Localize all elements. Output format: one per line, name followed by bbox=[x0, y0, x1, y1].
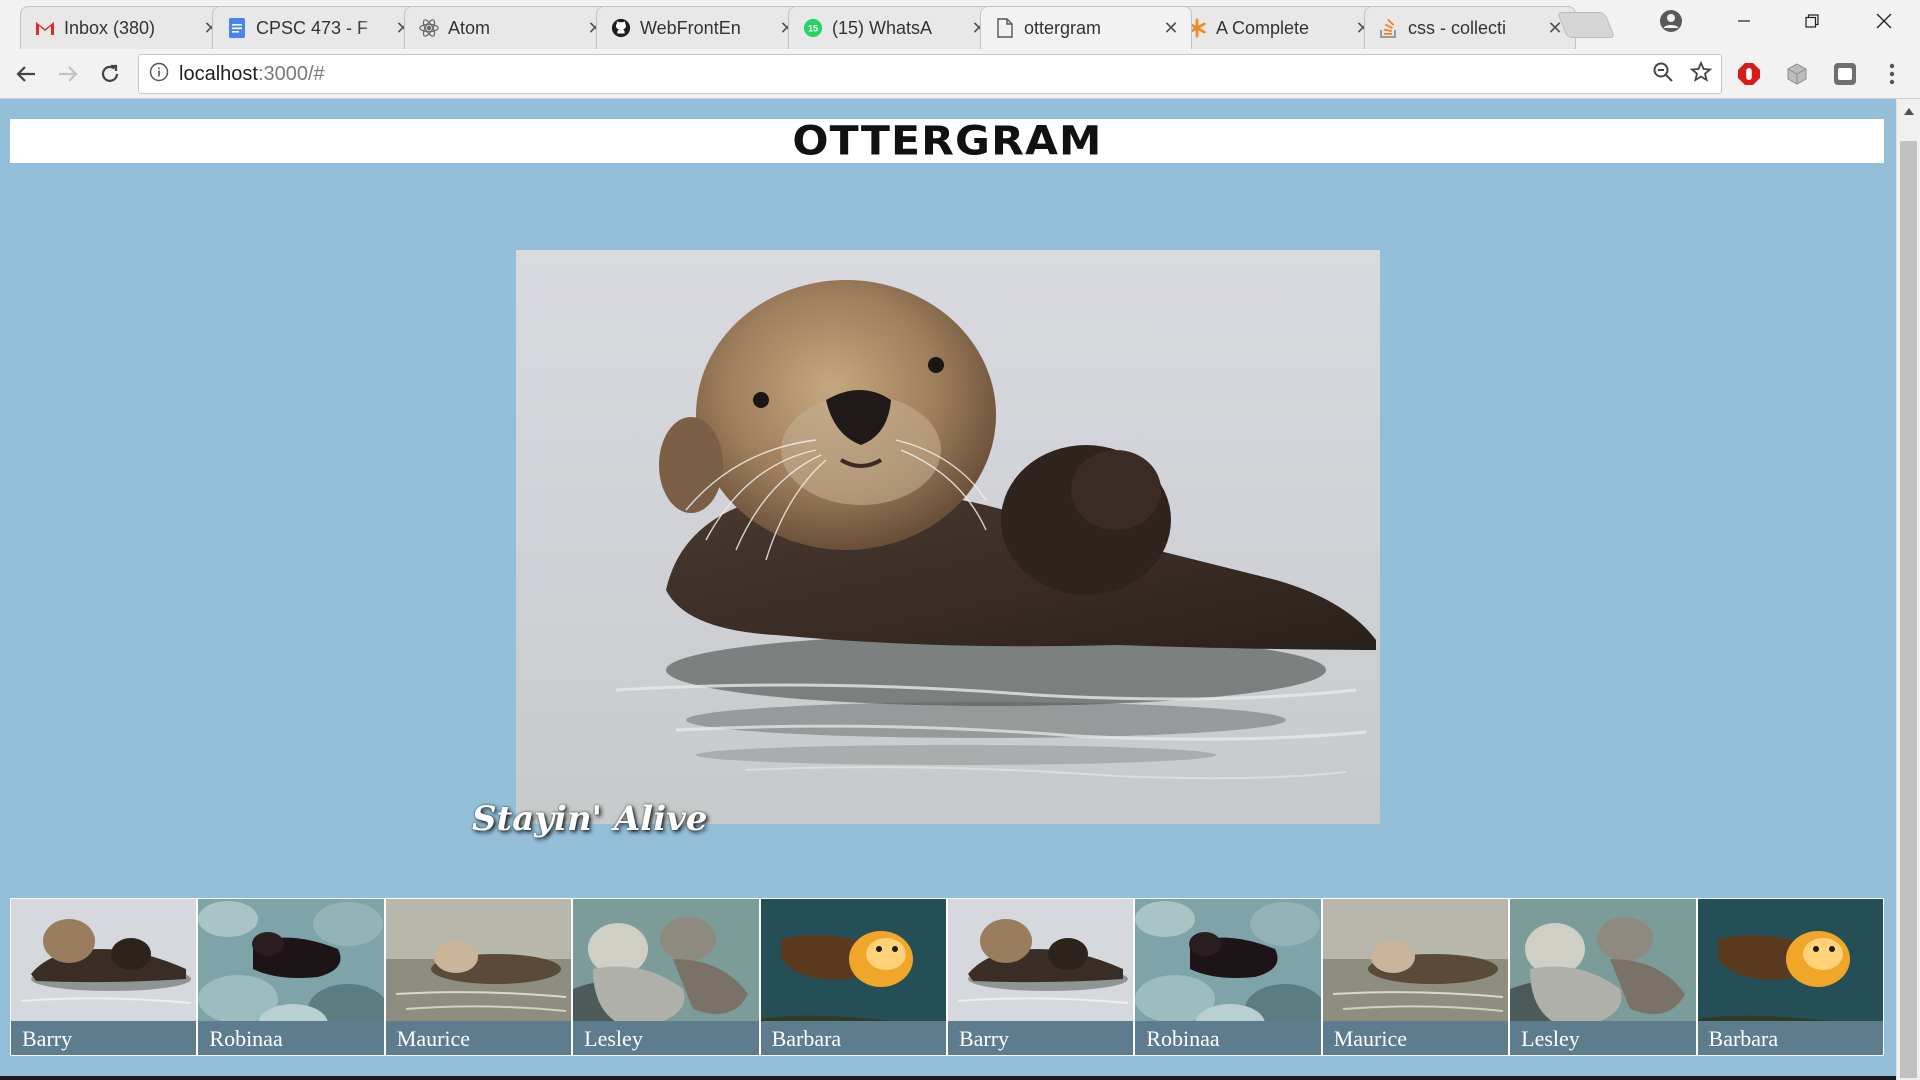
url-path: :3000/# bbox=[257, 62, 325, 85]
tab-title: A Complete bbox=[1216, 17, 1310, 38]
tab-gmail[interactable]: Inbox (380) ✕ bbox=[20, 6, 232, 49]
taskbar-edge bbox=[0, 1076, 1896, 1080]
tab-close-icon[interactable]: ✕ bbox=[1163, 19, 1179, 37]
tab-a-complete[interactable]: A Complete ✕ bbox=[1172, 6, 1384, 49]
thumbnail-label: Maurice bbox=[385, 1021, 572, 1055]
tab-title: ottergram bbox=[1024, 17, 1102, 38]
thumbnail-label: Barbara bbox=[1697, 1021, 1883, 1055]
thumbnail-item[interactable]: Barbara bbox=[1696, 898, 1884, 1056]
tab-github[interactable]: WebFrontEn ✕ bbox=[596, 6, 808, 49]
page-icon bbox=[995, 18, 1015, 38]
stackoverflow-icon bbox=[1379, 18, 1399, 38]
thumbnail-item[interactable]: Lesley bbox=[572, 898, 760, 1056]
google-docs-icon bbox=[227, 18, 247, 38]
bookmark-star-icon[interactable] bbox=[1687, 58, 1715, 86]
tab-ottergram[interactable]: ottergram ✕ bbox=[980, 6, 1192, 49]
chrome-menu-icon[interactable] bbox=[1878, 59, 1906, 89]
info-icon[interactable] bbox=[149, 62, 169, 87]
page-viewport: OTTERGRAM Stayin' Alive Barry Robinaa Ma… bbox=[0, 99, 1896, 1080]
tab-whatsapp[interactable]: 15 (15) WhatsA ✕ bbox=[788, 6, 1000, 49]
tab-css-collection[interactable]: css - collecti ✕ bbox=[1364, 6, 1576, 49]
scroll-up-arrow-icon[interactable] bbox=[1897, 99, 1920, 123]
tab-title: (15) WhatsA bbox=[832, 17, 933, 38]
window-extension-icon[interactable] bbox=[1830, 59, 1860, 89]
thumbnail-label: Robinaa bbox=[198, 1021, 384, 1055]
tab-title: CPSC 473 - F bbox=[256, 17, 369, 38]
tab-atom[interactable]: Atom ✕ bbox=[404, 6, 616, 49]
gmail-icon bbox=[35, 18, 55, 38]
back-button[interactable] bbox=[10, 58, 42, 90]
thumbnail-item[interactable]: Maurice bbox=[384, 898, 573, 1056]
thumbnail-label: Robinaa bbox=[1135, 1021, 1321, 1055]
page-header: OTTERGRAM bbox=[10, 117, 1884, 165]
svg-text:15: 15 bbox=[808, 24, 818, 34]
restore-button[interactable] bbox=[1778, 0, 1846, 42]
thumbnail-item[interactable]: Maurice bbox=[1321, 898, 1510, 1056]
thumbnail-item[interactable]: Robinaa bbox=[1134, 898, 1322, 1056]
tab-strip: Inbox (380) ✕ CPSC 473 - F ✕ Atom ✕ WebF… bbox=[0, 0, 1920, 49]
browser-toolbar: localhost:3000/# bbox=[0, 49, 1920, 99]
address-bar[interactable]: localhost:3000/# bbox=[138, 54, 1722, 94]
minimize-button[interactable] bbox=[1710, 0, 1778, 42]
detail-image bbox=[516, 250, 1380, 824]
adblock-extension-icon[interactable] bbox=[1734, 59, 1764, 89]
thumbnail-label: Barry bbox=[11, 1021, 197, 1055]
cube-extension-icon[interactable] bbox=[1782, 59, 1812, 89]
thumbnail-list: Barry Robinaa Maurice Lesley Barbara Barry Rob… bbox=[10, 898, 1884, 1056]
tab-title: WebFrontEn bbox=[640, 17, 741, 38]
github-icon bbox=[611, 18, 631, 38]
tab-title: css - collecti bbox=[1408, 17, 1507, 38]
new-tab-button[interactable] bbox=[1556, 12, 1616, 38]
zoom-icon[interactable] bbox=[1649, 58, 1677, 86]
detail-title: Stayin' Alive bbox=[472, 799, 708, 839]
thumbnail-item[interactable]: Barry bbox=[946, 898, 1135, 1056]
thumbnail-item[interactable]: Barbara bbox=[759, 898, 947, 1056]
forward-button[interactable] bbox=[52, 58, 84, 90]
url-text: localhost:3000/# bbox=[179, 63, 325, 86]
atom-icon bbox=[419, 18, 439, 38]
thumbnail-item[interactable]: Barry bbox=[10, 898, 198, 1056]
url-host: localhost bbox=[179, 62, 258, 85]
thumbnail-label: Lesley bbox=[573, 1021, 759, 1055]
close-window-button[interactable] bbox=[1850, 0, 1918, 42]
thumbnail-item[interactable]: Lesley bbox=[1509, 898, 1697, 1056]
thumbnail-label: Lesley bbox=[1510, 1021, 1696, 1055]
detail-image-graphic bbox=[516, 250, 1380, 824]
thumbnail-label: Maurice bbox=[1322, 1021, 1509, 1055]
thumbnail-label: Barry bbox=[947, 1021, 1134, 1055]
tab-title: Atom bbox=[448, 17, 491, 38]
whatsapp-icon: 15 bbox=[803, 18, 823, 38]
profile-icon[interactable] bbox=[1658, 8, 1684, 34]
thumbnail-item[interactable]: Robinaa bbox=[197, 898, 385, 1056]
tab-title: Inbox (380) bbox=[64, 17, 156, 38]
reload-button[interactable] bbox=[94, 58, 126, 90]
tab-google-docs[interactable]: CPSC 473 - F ✕ bbox=[212, 6, 424, 49]
thumbnail-label: Barbara bbox=[760, 1021, 946, 1055]
logo-text: OTTERGRAM bbox=[791, 117, 1103, 165]
scrollbar-thumb[interactable] bbox=[1900, 141, 1917, 1078]
vertical-scrollbar[interactable] bbox=[1896, 99, 1920, 1080]
